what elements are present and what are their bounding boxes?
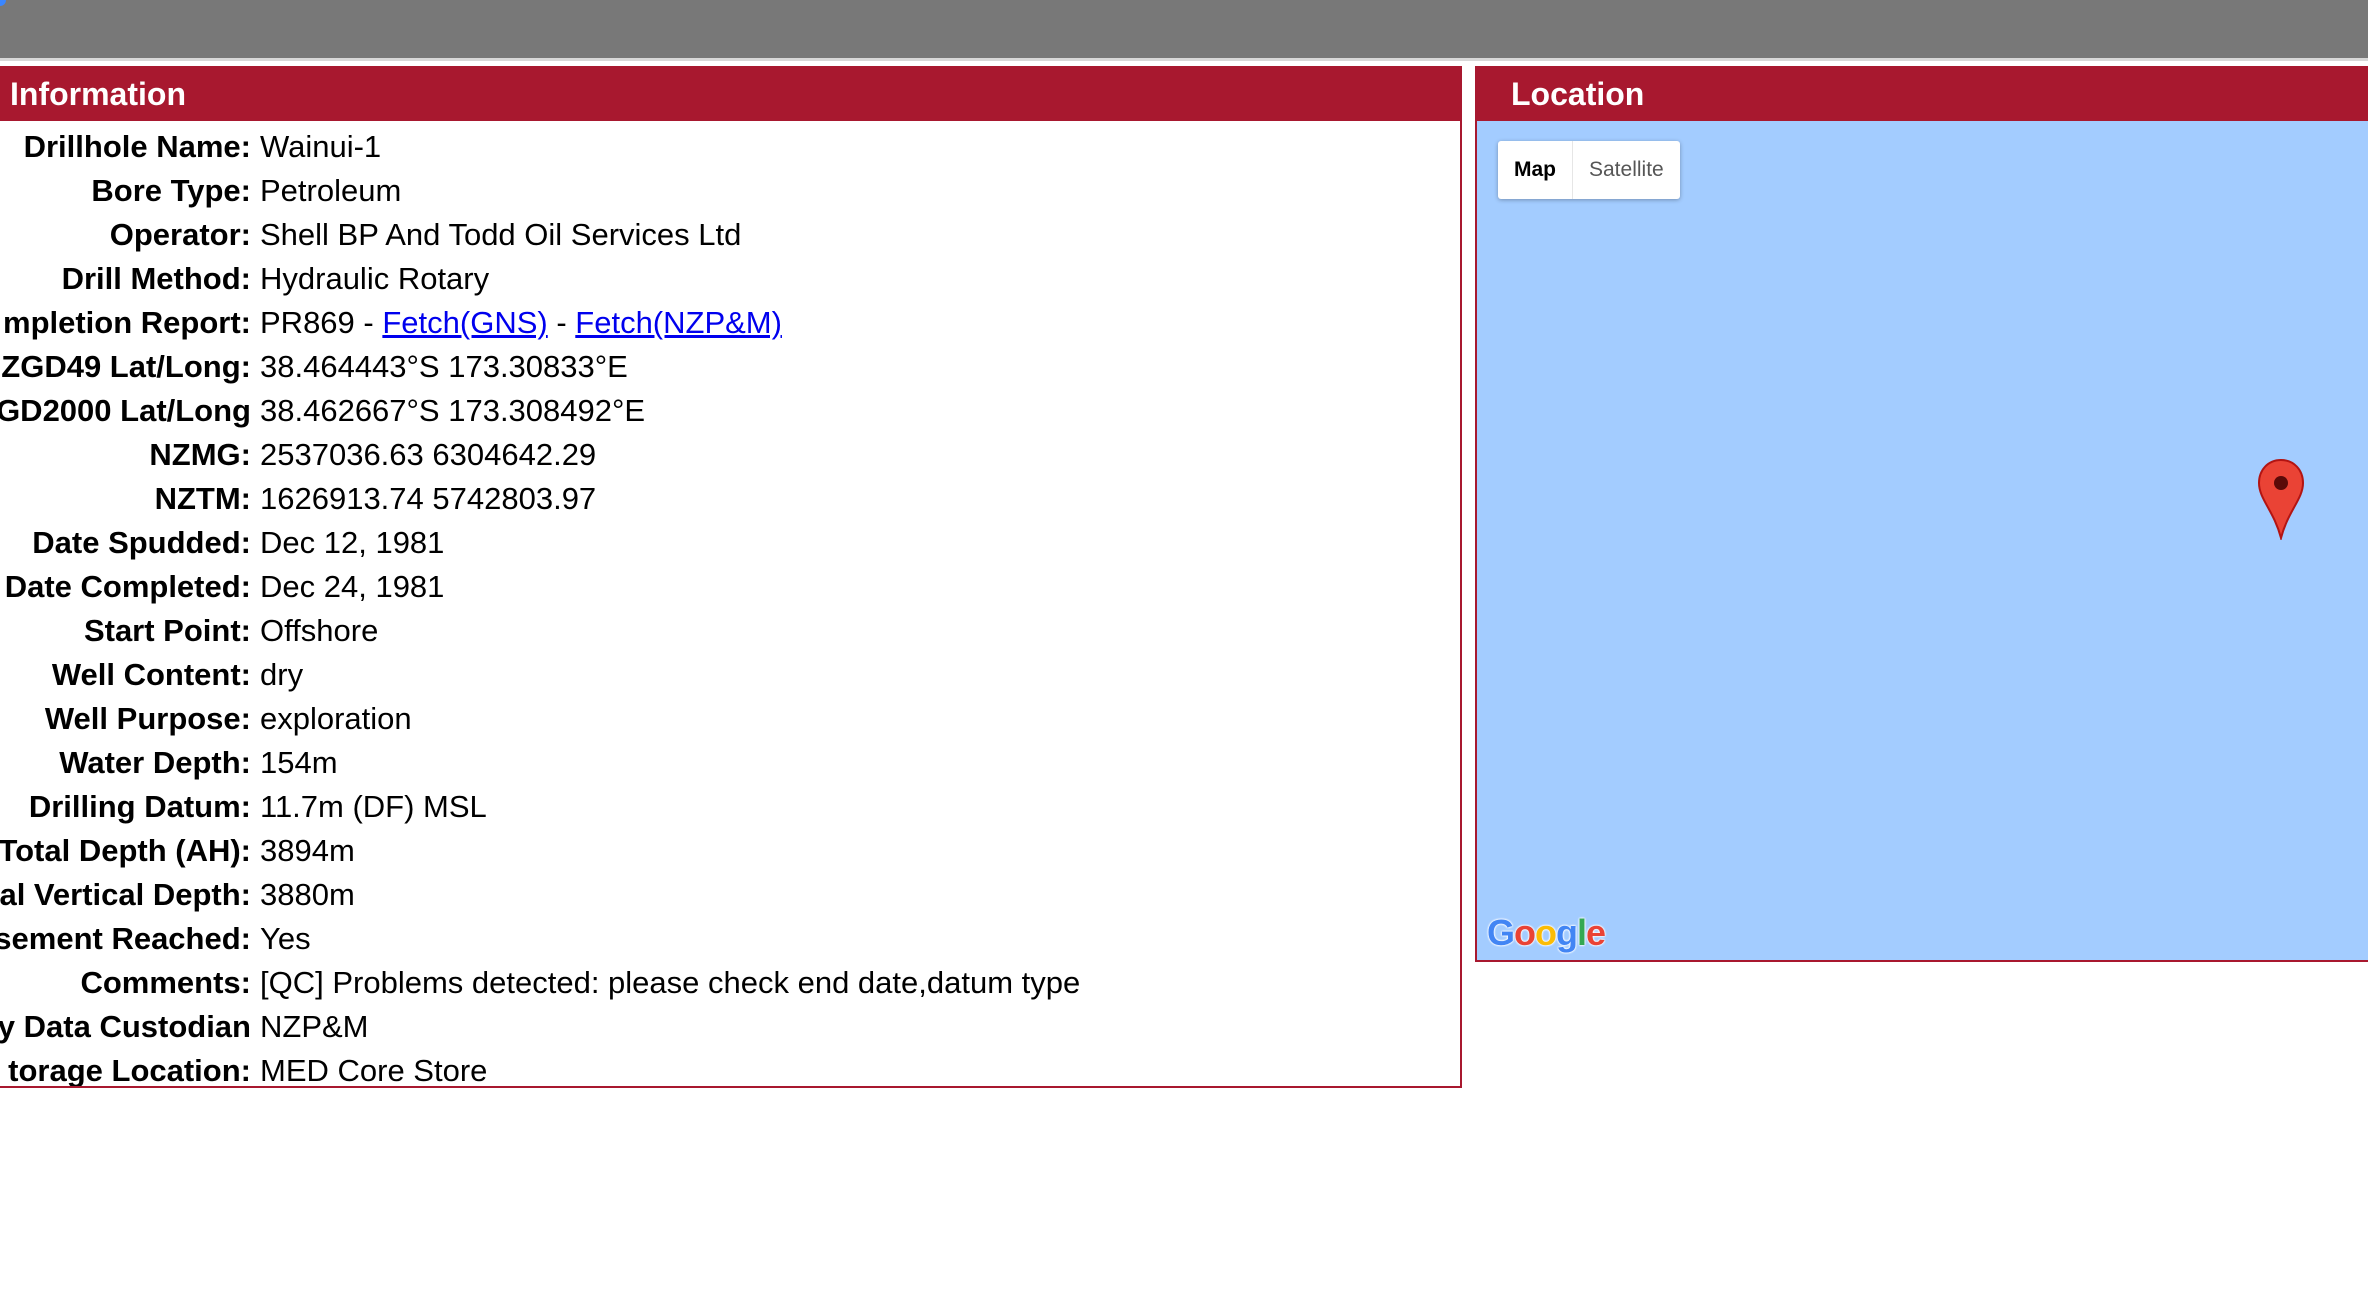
info-value: Yes [260, 921, 311, 956]
google-logo: Google [1487, 912, 1606, 953]
info-label: y Data Custodian [0, 1009, 251, 1044]
info-value: 1626913.74 5742803.97 [260, 481, 597, 516]
info-row-date-completed: Date Completed: Dec 24, 1981 [0, 565, 1460, 609]
info-value: 38.462667°S 173.308492°E [260, 393, 646, 428]
info-label: al Vertical Depth: [0, 877, 251, 912]
link-separator: - [354, 305, 383, 340]
info-row-drilling-datum: Drilling Datum: 11.7m (DF) MSL [0, 785, 1460, 829]
info-value: Hydraulic Rotary [260, 261, 490, 296]
information-rows: Drillhole Name: Wainui-1 Bore Type: Petr… [0, 121, 1460, 1088]
info-value: 3894m [260, 833, 355, 868]
info-label: Drilling Datum: [28, 789, 251, 824]
info-label: Water Depth: [59, 745, 251, 780]
info-value: dry [260, 657, 304, 692]
information-panel: Information Drillhole Name: Wainui-1 Bor… [0, 66, 1462, 1088]
info-value: Petroleum [260, 173, 402, 208]
report-number: PR869 [260, 305, 355, 340]
info-label: Date Completed: [4, 569, 251, 604]
info-row-drillhole-name: Drillhole Name: Wainui-1 [0, 125, 1460, 169]
location-panel: Location Map Satellite Google [1475, 66, 2368, 962]
info-label: Operator: [109, 217, 251, 252]
info-row-well-content: Well Content: dry [0, 653, 1460, 697]
info-row-storage-location: torage Location: MED Core Store [0, 1049, 1460, 1088]
info-label: Well Purpose: [44, 701, 251, 736]
map-type-control: Map Satellite [1498, 141, 1680, 199]
info-row-start-point: Start Point: Offshore [0, 609, 1460, 653]
info-value: MED Core Store [260, 1053, 488, 1088]
browser-top-bar [0, 0, 2368, 61]
info-row-well-purpose: Well Purpose: exploration [0, 697, 1460, 741]
info-label: Total Depth (AH): [0, 833, 251, 868]
info-value: exploration [260, 701, 412, 736]
info-label: torage Location: [8, 1053, 251, 1088]
location-header: Location [1477, 68, 2368, 121]
info-value: Offshore [260, 613, 379, 648]
map-type-map-button[interactable]: Map [1498, 141, 1572, 199]
info-label: Start Point: [83, 613, 251, 648]
info-label: Comments: [80, 965, 251, 1000]
info-row-total-vertical-depth: al Vertical Depth: 3880m [0, 873, 1460, 917]
info-row-completion-report: mpletion Report: PR869 - Fetch(GNS) - Fe… [0, 301, 1460, 345]
info-label: Drillhole Name: [23, 129, 251, 164]
fetch-nzpm-link[interactable]: Fetch(NZP&M) [575, 305, 782, 340]
info-value-completion-report: PR869 - Fetch(GNS) - Fetch(NZP&M) [260, 301, 782, 345]
information-header: Information [0, 68, 1460, 121]
info-row-bore-type: Bore Type: Petroleum [0, 169, 1460, 213]
info-value: Dec 12, 1981 [260, 525, 445, 560]
info-label: Drill Method: [61, 261, 251, 296]
info-row-drill-method: Drill Method: Hydraulic Rotary [0, 257, 1460, 301]
info-value: Wainui-1 [260, 129, 382, 164]
info-row-nzgd49-latlong: ZGD49 Lat/Long: 38.464443°S 173.30833°E [0, 345, 1460, 389]
info-row-nztm: NZTM: 1626913.74 5742803.97 [0, 477, 1460, 521]
info-value: Shell BP And Todd Oil Services Ltd [260, 217, 742, 252]
info-value: 11.7m (DF) MSL [260, 789, 487, 824]
info-row-data-custodian: y Data Custodian NZP&M [0, 1005, 1460, 1049]
info-label: Well Content: [51, 657, 251, 692]
info-value: 38.464443°S 173.30833°E [260, 349, 628, 384]
info-row-basement-reached: sement Reached: Yes [0, 917, 1460, 961]
fetch-gns-link[interactable]: Fetch(GNS) [382, 305, 547, 340]
info-label: NZMG: [149, 437, 251, 472]
info-value: [QC] Problems detected: please check end… [260, 965, 1081, 1000]
info-value: NZP&M [260, 1009, 369, 1044]
link-separator: - [547, 305, 576, 340]
info-row-total-depth: Total Depth (AH): 3894m [0, 829, 1460, 873]
info-label: Date Spudded: [32, 525, 251, 560]
map-type-satellite-button[interactable]: Satellite [1573, 141, 1680, 199]
info-label: NZTM: [154, 481, 251, 516]
info-row-water-depth: Water Depth: 154m [0, 741, 1460, 785]
map-marker-icon[interactable] [2257, 458, 2305, 540]
info-value: 2537036.63 6304642.29 [260, 437, 597, 472]
info-row-nzmg: NZMG: 2537036.63 6304642.29 [0, 433, 1460, 477]
info-value: 3880m [260, 877, 355, 912]
map-canvas[interactable]: Map Satellite Google [1477, 121, 2368, 960]
info-row-date-spudded: Date Spudded: Dec 12, 1981 [0, 521, 1460, 565]
info-row-nzgd2000-latlong: GD2000 Lat/Long 38.462667°S 173.308492°E [0, 389, 1460, 433]
info-value: Dec 24, 1981 [260, 569, 445, 604]
info-label: Bore Type: [91, 173, 251, 208]
info-row-operator: Operator: Shell BP And Todd Oil Services… [0, 213, 1460, 257]
info-label: GD2000 Lat/Long [0, 393, 251, 428]
window-control-dot[interactable] [0, 0, 6, 6]
info-label: sement Reached: [0, 921, 251, 956]
info-value: 154m [260, 745, 338, 780]
info-label: ZGD49 Lat/Long: [1, 349, 251, 384]
info-label: mpletion Report: [3, 305, 251, 340]
info-row-comments: Comments: [QC] Problems detected: please… [0, 961, 1460, 1005]
